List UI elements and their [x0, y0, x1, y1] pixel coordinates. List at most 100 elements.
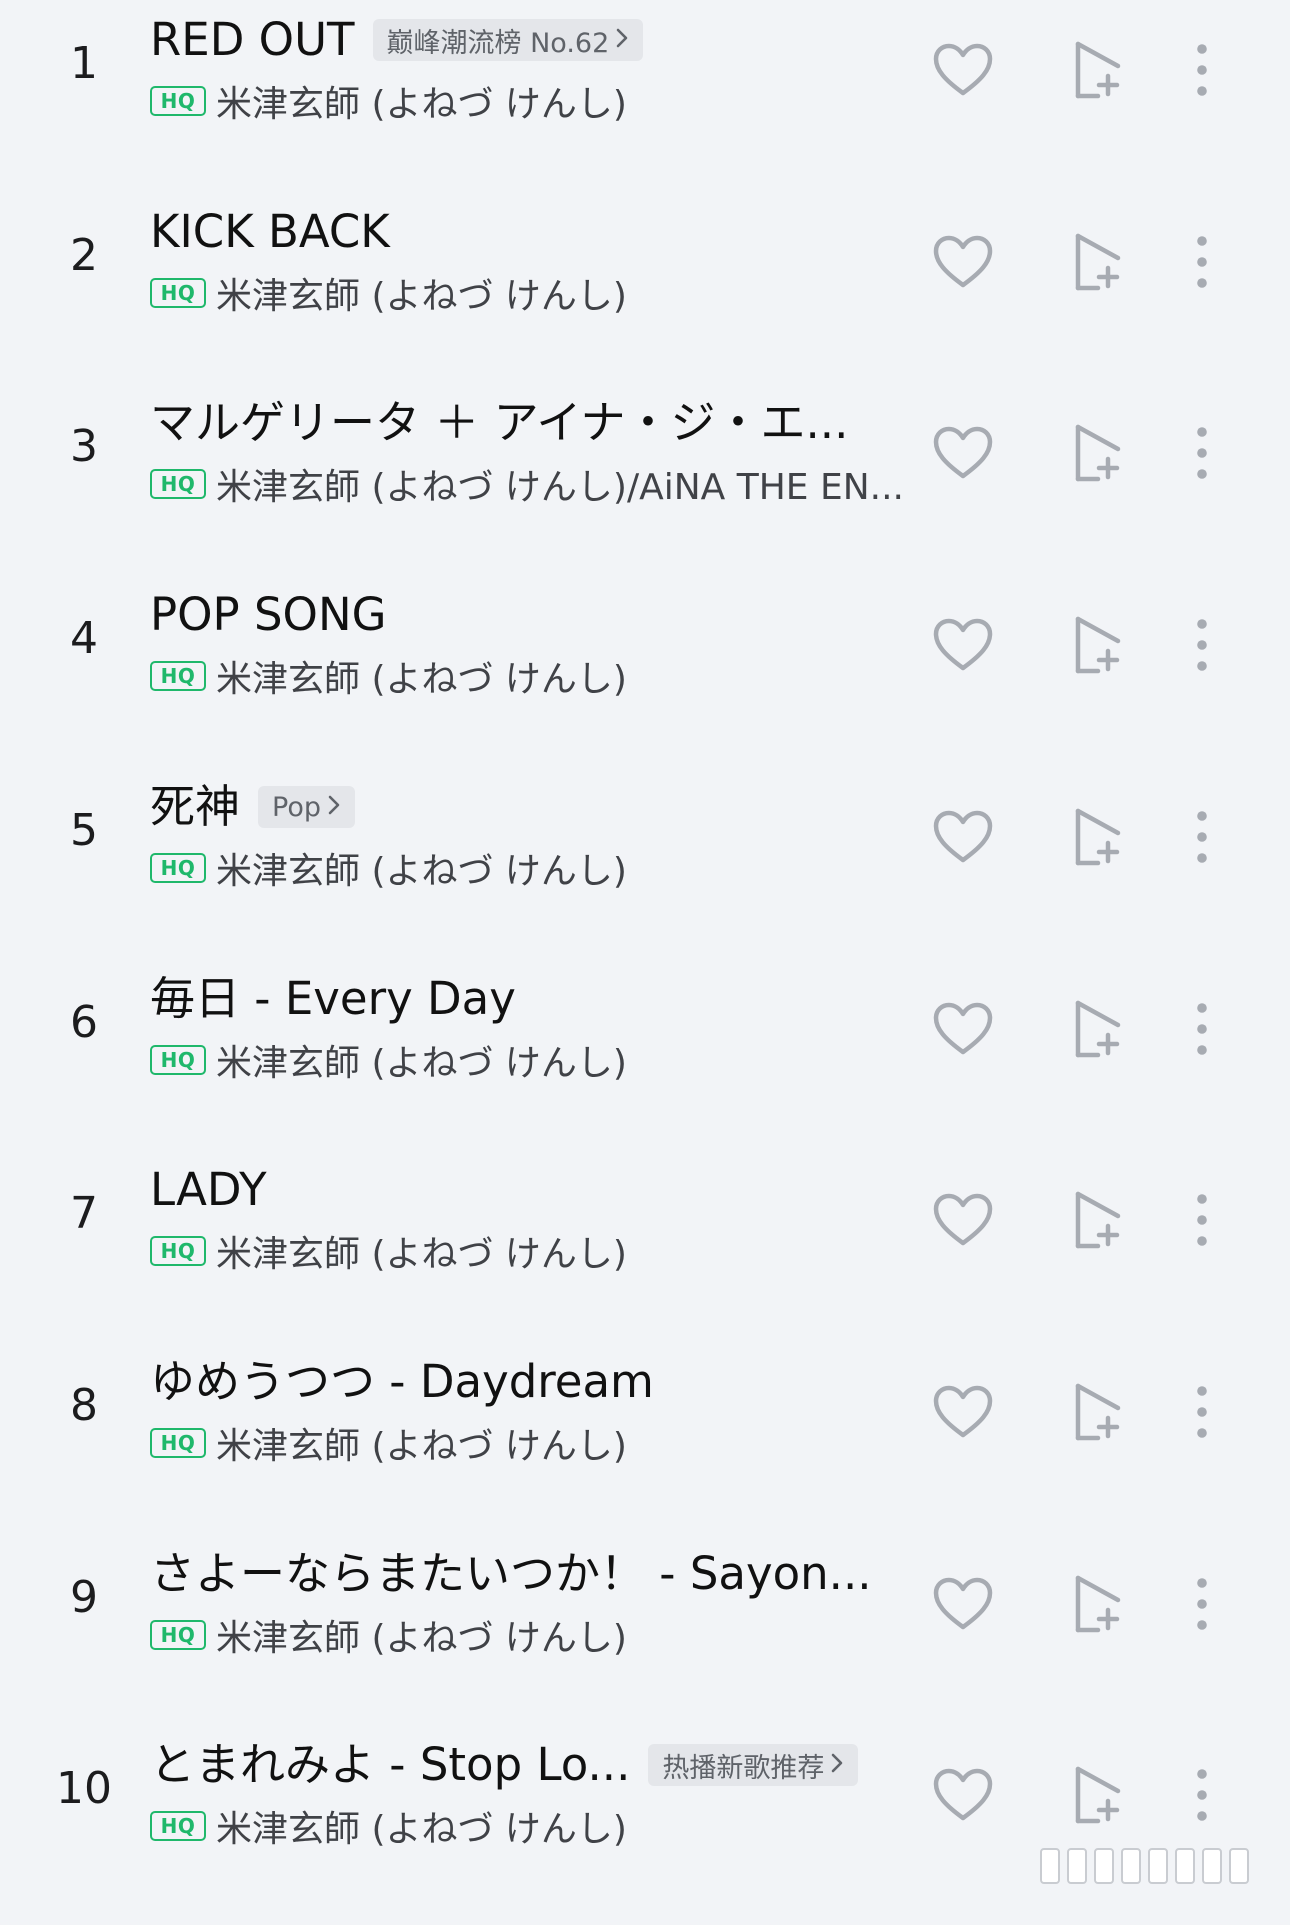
add-to-playlist-button[interactable]	[1060, 417, 1136, 493]
track-title: RED OUT	[150, 13, 355, 66]
add-to-playlist-button[interactable]	[1060, 34, 1136, 110]
more-options-button[interactable]	[1172, 1182, 1232, 1262]
track-row[interactable]: 8 ゆめうつつ - Daydream HQ 米津玄師 (よねづ けんし)	[0, 1350, 1290, 1542]
track-title: LADY	[150, 1163, 267, 1216]
more-options-button[interactable]	[1172, 224, 1232, 304]
track-sub-line: HQ 米津玄師 (よねづ けんし)	[150, 1418, 627, 1468]
like-button[interactable]	[925, 34, 1001, 110]
track-index: 7	[70, 1188, 98, 1239]
heart-outline-icon	[933, 235, 993, 293]
track-title-line: とまれみよ - Stop Lo... 热播新歌推荐	[150, 1733, 859, 1797]
like-button[interactable]	[925, 801, 1001, 877]
like-button[interactable]	[925, 1759, 1001, 1835]
hq-badge: HQ	[150, 86, 206, 116]
track-title-line: 死神 Pop	[150, 775, 355, 839]
track-index: 10	[56, 1763, 112, 1814]
track-artist[interactable]: 米津玄師 (よねづ けんし)	[216, 1225, 627, 1277]
track-sub-line: HQ 米津玄師 (よねづ けんし)	[150, 1610, 627, 1660]
track-sub-line: HQ 米津玄師 (よねづ けんし)	[150, 268, 627, 318]
track-artist[interactable]: 米津玄師 (よねづ けんし)	[216, 267, 627, 319]
indicator-bar	[1067, 1848, 1087, 1884]
track-row[interactable]: 4 POP SONG HQ 米津玄師 (よねづ けんし)	[0, 583, 1290, 775]
like-button[interactable]	[925, 1376, 1001, 1452]
track-title: POP SONG	[150, 588, 387, 641]
like-button[interactable]	[925, 226, 1001, 302]
track-row[interactable]: 9 さよーならまたいつか！ - Sayon... HQ 米津玄師 (よねづ けんし)	[0, 1542, 1290, 1734]
more-options-button[interactable]	[1172, 607, 1232, 687]
track-title: 毎日 - Every Day	[150, 972, 516, 1025]
track-row[interactable]: 7 LADY HQ 米津玄師 (よねづ けんし)	[0, 1158, 1290, 1350]
more-vertical-icon	[1196, 43, 1208, 101]
track-title-line: LADY	[150, 1158, 267, 1222]
more-options-button[interactable]	[1172, 1374, 1232, 1454]
add-to-playlist-button[interactable]	[1060, 801, 1136, 877]
track-index: 4	[70, 613, 98, 664]
add-to-playlist-button[interactable]	[1060, 226, 1136, 302]
heart-outline-icon	[933, 1385, 993, 1443]
heart-outline-icon	[933, 618, 993, 676]
hq-badge: HQ	[150, 1236, 206, 1266]
track-index: 9	[70, 1572, 98, 1623]
home-indicator	[1040, 1846, 1280, 1886]
hq-badge: HQ	[150, 1428, 206, 1458]
track-tag-label: 巅峰潮流榜 No.62	[386, 27, 610, 59]
like-button[interactable]	[925, 417, 1001, 493]
more-options-button[interactable]	[1172, 799, 1232, 879]
like-button[interactable]	[925, 1568, 1001, 1644]
track-tag[interactable]: 巅峰潮流榜 No.62	[372, 19, 644, 61]
more-vertical-icon	[1196, 1768, 1208, 1826]
chevron-right-icon	[321, 792, 341, 823]
add-to-playlist-icon	[1072, 807, 1124, 871]
track-row[interactable]: 5 死神 Pop HQ 米津玄師 (よねづ けんし)	[0, 775, 1290, 967]
more-options-button[interactable]	[1172, 1757, 1232, 1837]
track-artist[interactable]: 米津玄師 (よねづ けんし)/AiNA THE EN...	[216, 458, 904, 510]
track-row[interactable]: 10 とまれみよ - Stop Lo... 热播新歌推荐 HQ 米津玄師 (よねづ けん…	[0, 1733, 1290, 1925]
more-vertical-icon	[1196, 426, 1208, 484]
track-artist[interactable]: 米津玄師 (よねづ けんし)	[216, 1034, 627, 1086]
track-artist[interactable]: 米津玄師 (よねづ けんし)	[216, 1417, 627, 1469]
add-to-playlist-icon	[1072, 232, 1124, 296]
track-artist[interactable]: 米津玄師 (よねづ けんし)	[216, 842, 627, 894]
add-to-playlist-button[interactable]	[1060, 1759, 1136, 1835]
add-to-playlist-icon	[1072, 999, 1124, 1063]
track-tag[interactable]: Pop	[258, 786, 355, 828]
track-index: 8	[70, 1380, 98, 1431]
track-tag-label: 热播新歌推荐	[662, 1752, 825, 1784]
track-title-line: KICK BACK	[150, 200, 390, 264]
track-tag[interactable]: 热播新歌推荐	[648, 1744, 859, 1786]
add-to-playlist-button[interactable]	[1060, 609, 1136, 685]
add-to-playlist-icon	[1072, 40, 1124, 104]
track-title: KICK BACK	[150, 205, 390, 258]
track-index: 5	[70, 805, 98, 856]
more-vertical-icon	[1196, 618, 1208, 676]
more-vertical-icon	[1196, 235, 1208, 293]
add-to-playlist-button[interactable]	[1060, 1184, 1136, 1260]
more-vertical-icon	[1196, 810, 1208, 868]
track-artist[interactable]: 米津玄師 (よねづ けんし)	[216, 650, 627, 702]
add-to-playlist-button[interactable]	[1060, 1376, 1136, 1452]
indicator-bar	[1229, 1848, 1249, 1884]
more-options-button[interactable]	[1172, 415, 1232, 495]
track-index: 3	[70, 421, 98, 472]
track-row[interactable]: 6 毎日 - Every Day HQ 米津玄師 (よねづ けんし)	[0, 967, 1290, 1159]
track-row[interactable]: 3 マルゲリータ ＋ アイナ・ジ・エ... HQ 米津玄師 (よねづ けんし)/AiN…	[0, 391, 1290, 583]
track-artist[interactable]: 米津玄師 (よねづ けんし)	[216, 1609, 627, 1661]
hq-badge: HQ	[150, 1045, 206, 1075]
track-row[interactable]: 1 RED OUT 巅峰潮流榜 No.62 HQ 米津玄師 (よねづ けんし)	[0, 8, 1290, 200]
like-button[interactable]	[925, 1184, 1001, 1260]
more-options-button[interactable]	[1172, 32, 1232, 112]
track-artist[interactable]: 米津玄師 (よねづ けんし)	[216, 1800, 627, 1852]
like-button[interactable]	[925, 993, 1001, 1069]
track-row[interactable]: 2 KICK BACK HQ 米津玄師 (よねづ けんし)	[0, 200, 1290, 392]
more-options-button[interactable]	[1172, 1566, 1232, 1646]
like-button[interactable]	[925, 609, 1001, 685]
add-to-playlist-icon	[1072, 1574, 1124, 1638]
more-options-button[interactable]	[1172, 991, 1232, 1071]
heart-outline-icon	[933, 1193, 993, 1251]
add-to-playlist-button[interactable]	[1060, 993, 1136, 1069]
hq-badge: HQ	[150, 1811, 206, 1841]
add-to-playlist-button[interactable]	[1060, 1568, 1136, 1644]
chevron-right-icon	[609, 25, 629, 56]
hq-badge: HQ	[150, 278, 206, 308]
track-artist[interactable]: 米津玄師 (よねづ けんし)	[216, 75, 627, 127]
